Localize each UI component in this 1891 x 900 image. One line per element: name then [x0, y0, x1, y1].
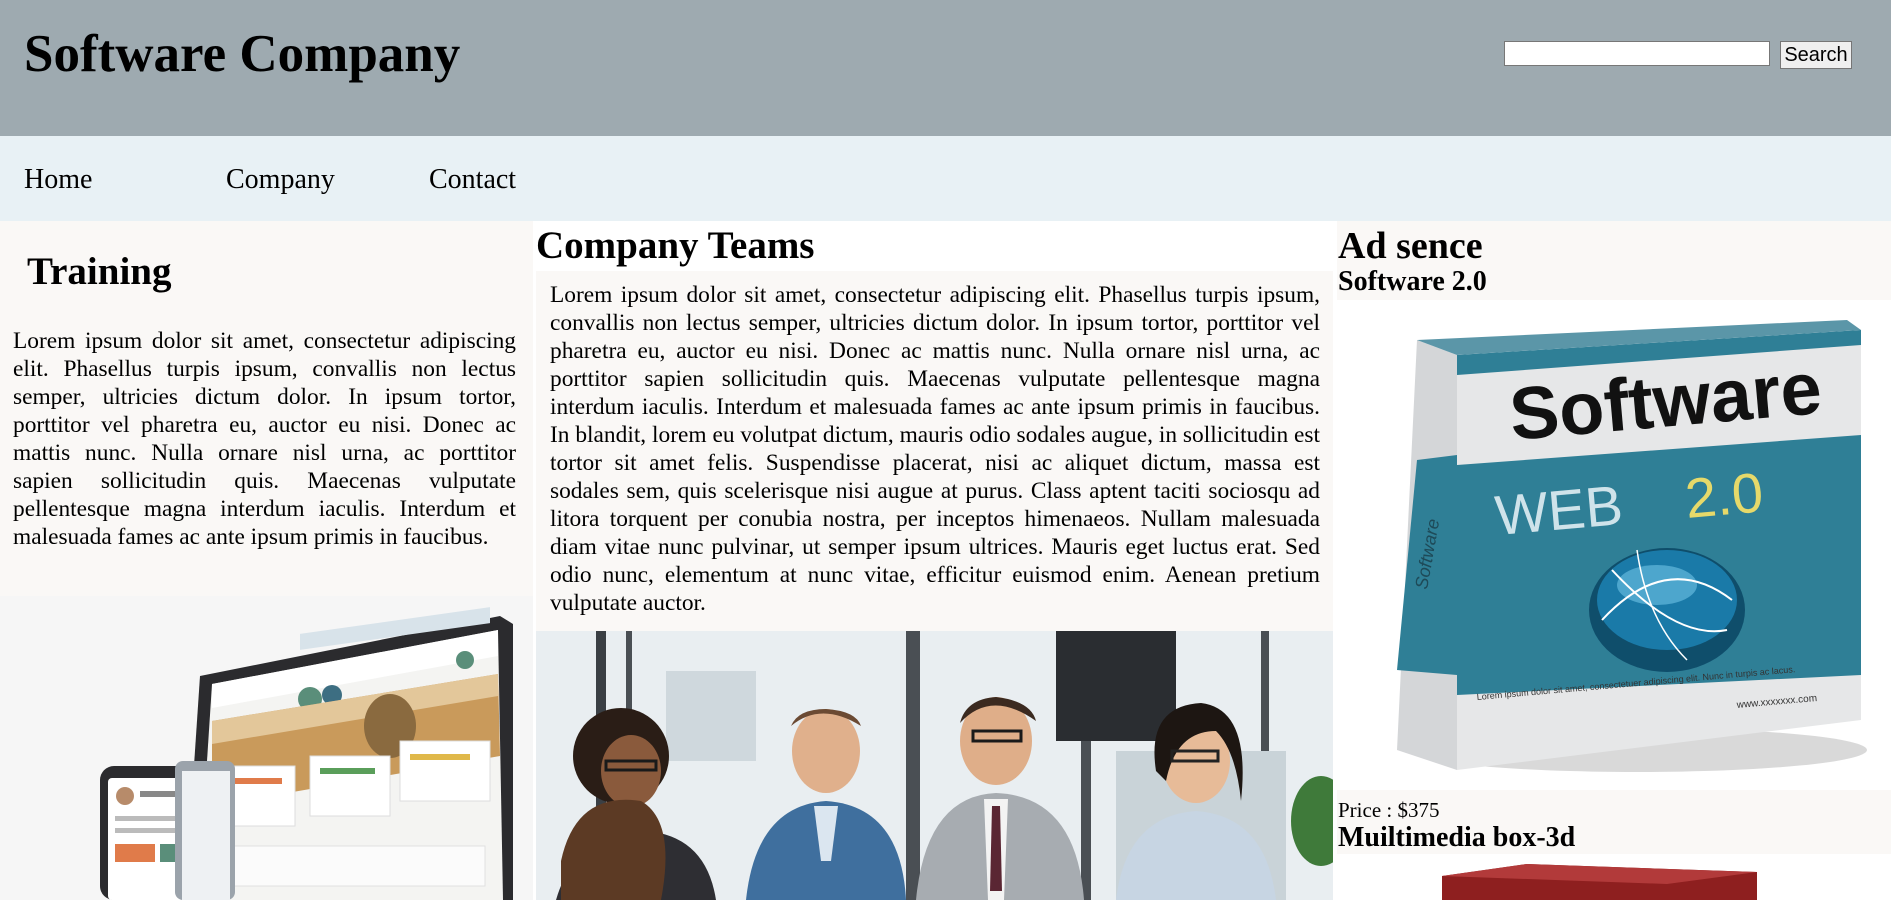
site-header: Software Company Search: [0, 0, 1891, 136]
devices-mockup-image: [0, 596, 533, 900]
ad-title: Ad sence: [1338, 225, 1483, 267]
main-nav: Home Company Contact: [0, 136, 1891, 221]
nav-link-home[interactable]: Home: [24, 163, 92, 197]
teams-text: Lorem ipsum dolor sit amet, consectetur …: [550, 282, 1320, 616]
product-name: Muiltimedia box-3d: [1338, 822, 1576, 853]
training-panel: Training Lorem ipsum dolor sit amet, con…: [0, 221, 533, 596]
ad-column: Ad sence Software 2.0 Software Software …: [1337, 221, 1891, 900]
search-button[interactable]: Search: [1780, 41, 1852, 69]
search-input[interactable]: [1504, 41, 1770, 66]
price-panel: Price : $375 Muiltimedia box-3d: [1337, 790, 1891, 854]
training-column: Training Lorem ipsum dolor sit amet, con…: [0, 221, 533, 900]
product-name: Software 2.0: [1338, 266, 1487, 297]
training-text: Lorem ipsum dolor sit amet, consectetur …: [13, 328, 516, 550]
product-price: Price : $375: [1338, 798, 1440, 822]
ad-header-panel: Ad sence Software 2.0: [1337, 221, 1891, 300]
site-title: Software Company: [24, 25, 461, 83]
nav-link-company[interactable]: Company: [226, 163, 335, 197]
team-meeting-photo: [536, 631, 1333, 900]
multimedia-box-image: [1337, 854, 1891, 900]
teams-column: Company Teams Lorem ipsum dolor sit amet…: [536, 221, 1333, 900]
box-web-text: WEB: [1493, 473, 1626, 547]
box-version-text: 2.0: [1683, 460, 1766, 530]
teams-title: Company Teams: [536, 224, 815, 267]
teams-panel: Lorem ipsum dolor sit amet, consectetur …: [536, 271, 1333, 631]
software-box-image: Software Software WEB 2.0 Lorem ipsum do…: [1337, 300, 1891, 790]
training-title: Training: [27, 250, 172, 293]
nav-link-contact[interactable]: Contact: [429, 163, 516, 197]
